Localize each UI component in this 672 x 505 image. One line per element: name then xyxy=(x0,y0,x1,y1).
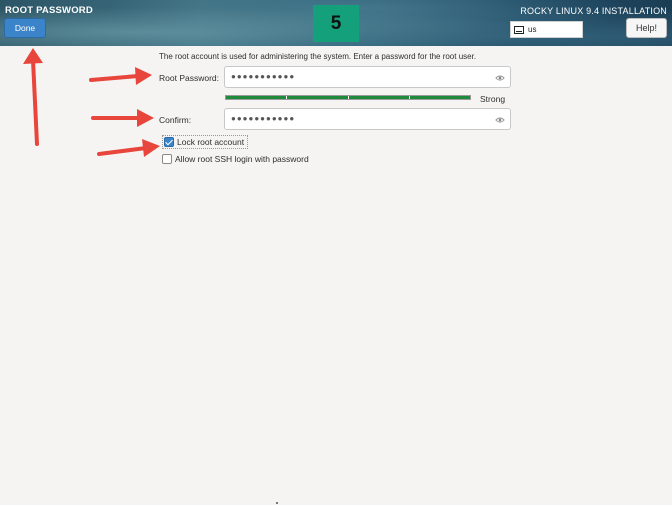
confirm-password-label: Confirm: xyxy=(159,115,192,125)
step-number-badge: 5 xyxy=(313,5,359,42)
root-password-value: ●●●●●●●●●●● xyxy=(231,72,296,81)
annotation-arrow-confirm xyxy=(91,109,154,127)
annotation-arrow-up xyxy=(23,48,43,146)
help-button[interactable]: Help! xyxy=(626,18,667,38)
allow-ssh-option[interactable]: Allow root SSH login with password xyxy=(162,154,309,164)
confirm-password-input[interactable]: ●●●●●●●●●●● xyxy=(224,108,511,130)
allow-ssh-checkbox[interactable] xyxy=(162,154,172,164)
installer-title: ROCKY LINUX 9.4 INSTALLATION xyxy=(520,6,667,16)
annotation-arrow-lock-root xyxy=(97,139,160,157)
strength-segment xyxy=(409,96,470,99)
password-strength-label: Strong xyxy=(480,94,506,104)
lock-root-label: Lock root account xyxy=(177,137,245,147)
done-button[interactable]: Done xyxy=(4,18,46,38)
root-password-label: Root Password: xyxy=(159,73,219,83)
annotation-arrow-root-password xyxy=(89,67,152,85)
strength-segment xyxy=(226,96,288,99)
top-bar: ROOT PASSWORD Done 5 ROCKY LINUX 9.4 INS… xyxy=(0,0,672,46)
allow-ssh-label: Allow root SSH login with password xyxy=(175,154,309,164)
root-account-description: The root account is used for administeri… xyxy=(159,52,477,61)
lock-root-account-option[interactable]: Lock root account xyxy=(162,135,249,149)
password-strength-meter xyxy=(225,95,471,100)
spoke-title: ROOT PASSWORD xyxy=(5,5,93,16)
root-password-input[interactable]: ●●●●●●●●●●● xyxy=(224,66,511,88)
lock-root-checkbox[interactable] xyxy=(164,137,174,147)
keyboard-icon xyxy=(514,25,524,34)
strength-segment xyxy=(348,96,410,99)
stray-mark xyxy=(276,502,278,504)
eye-icon[interactable] xyxy=(495,115,505,125)
confirm-password-value: ●●●●●●●●●●● xyxy=(231,114,296,123)
keyboard-layout-indicator[interactable]: us xyxy=(510,21,583,38)
eye-icon[interactable] xyxy=(495,73,505,83)
strength-segment xyxy=(287,96,349,99)
keyboard-layout-label: us xyxy=(528,25,537,34)
